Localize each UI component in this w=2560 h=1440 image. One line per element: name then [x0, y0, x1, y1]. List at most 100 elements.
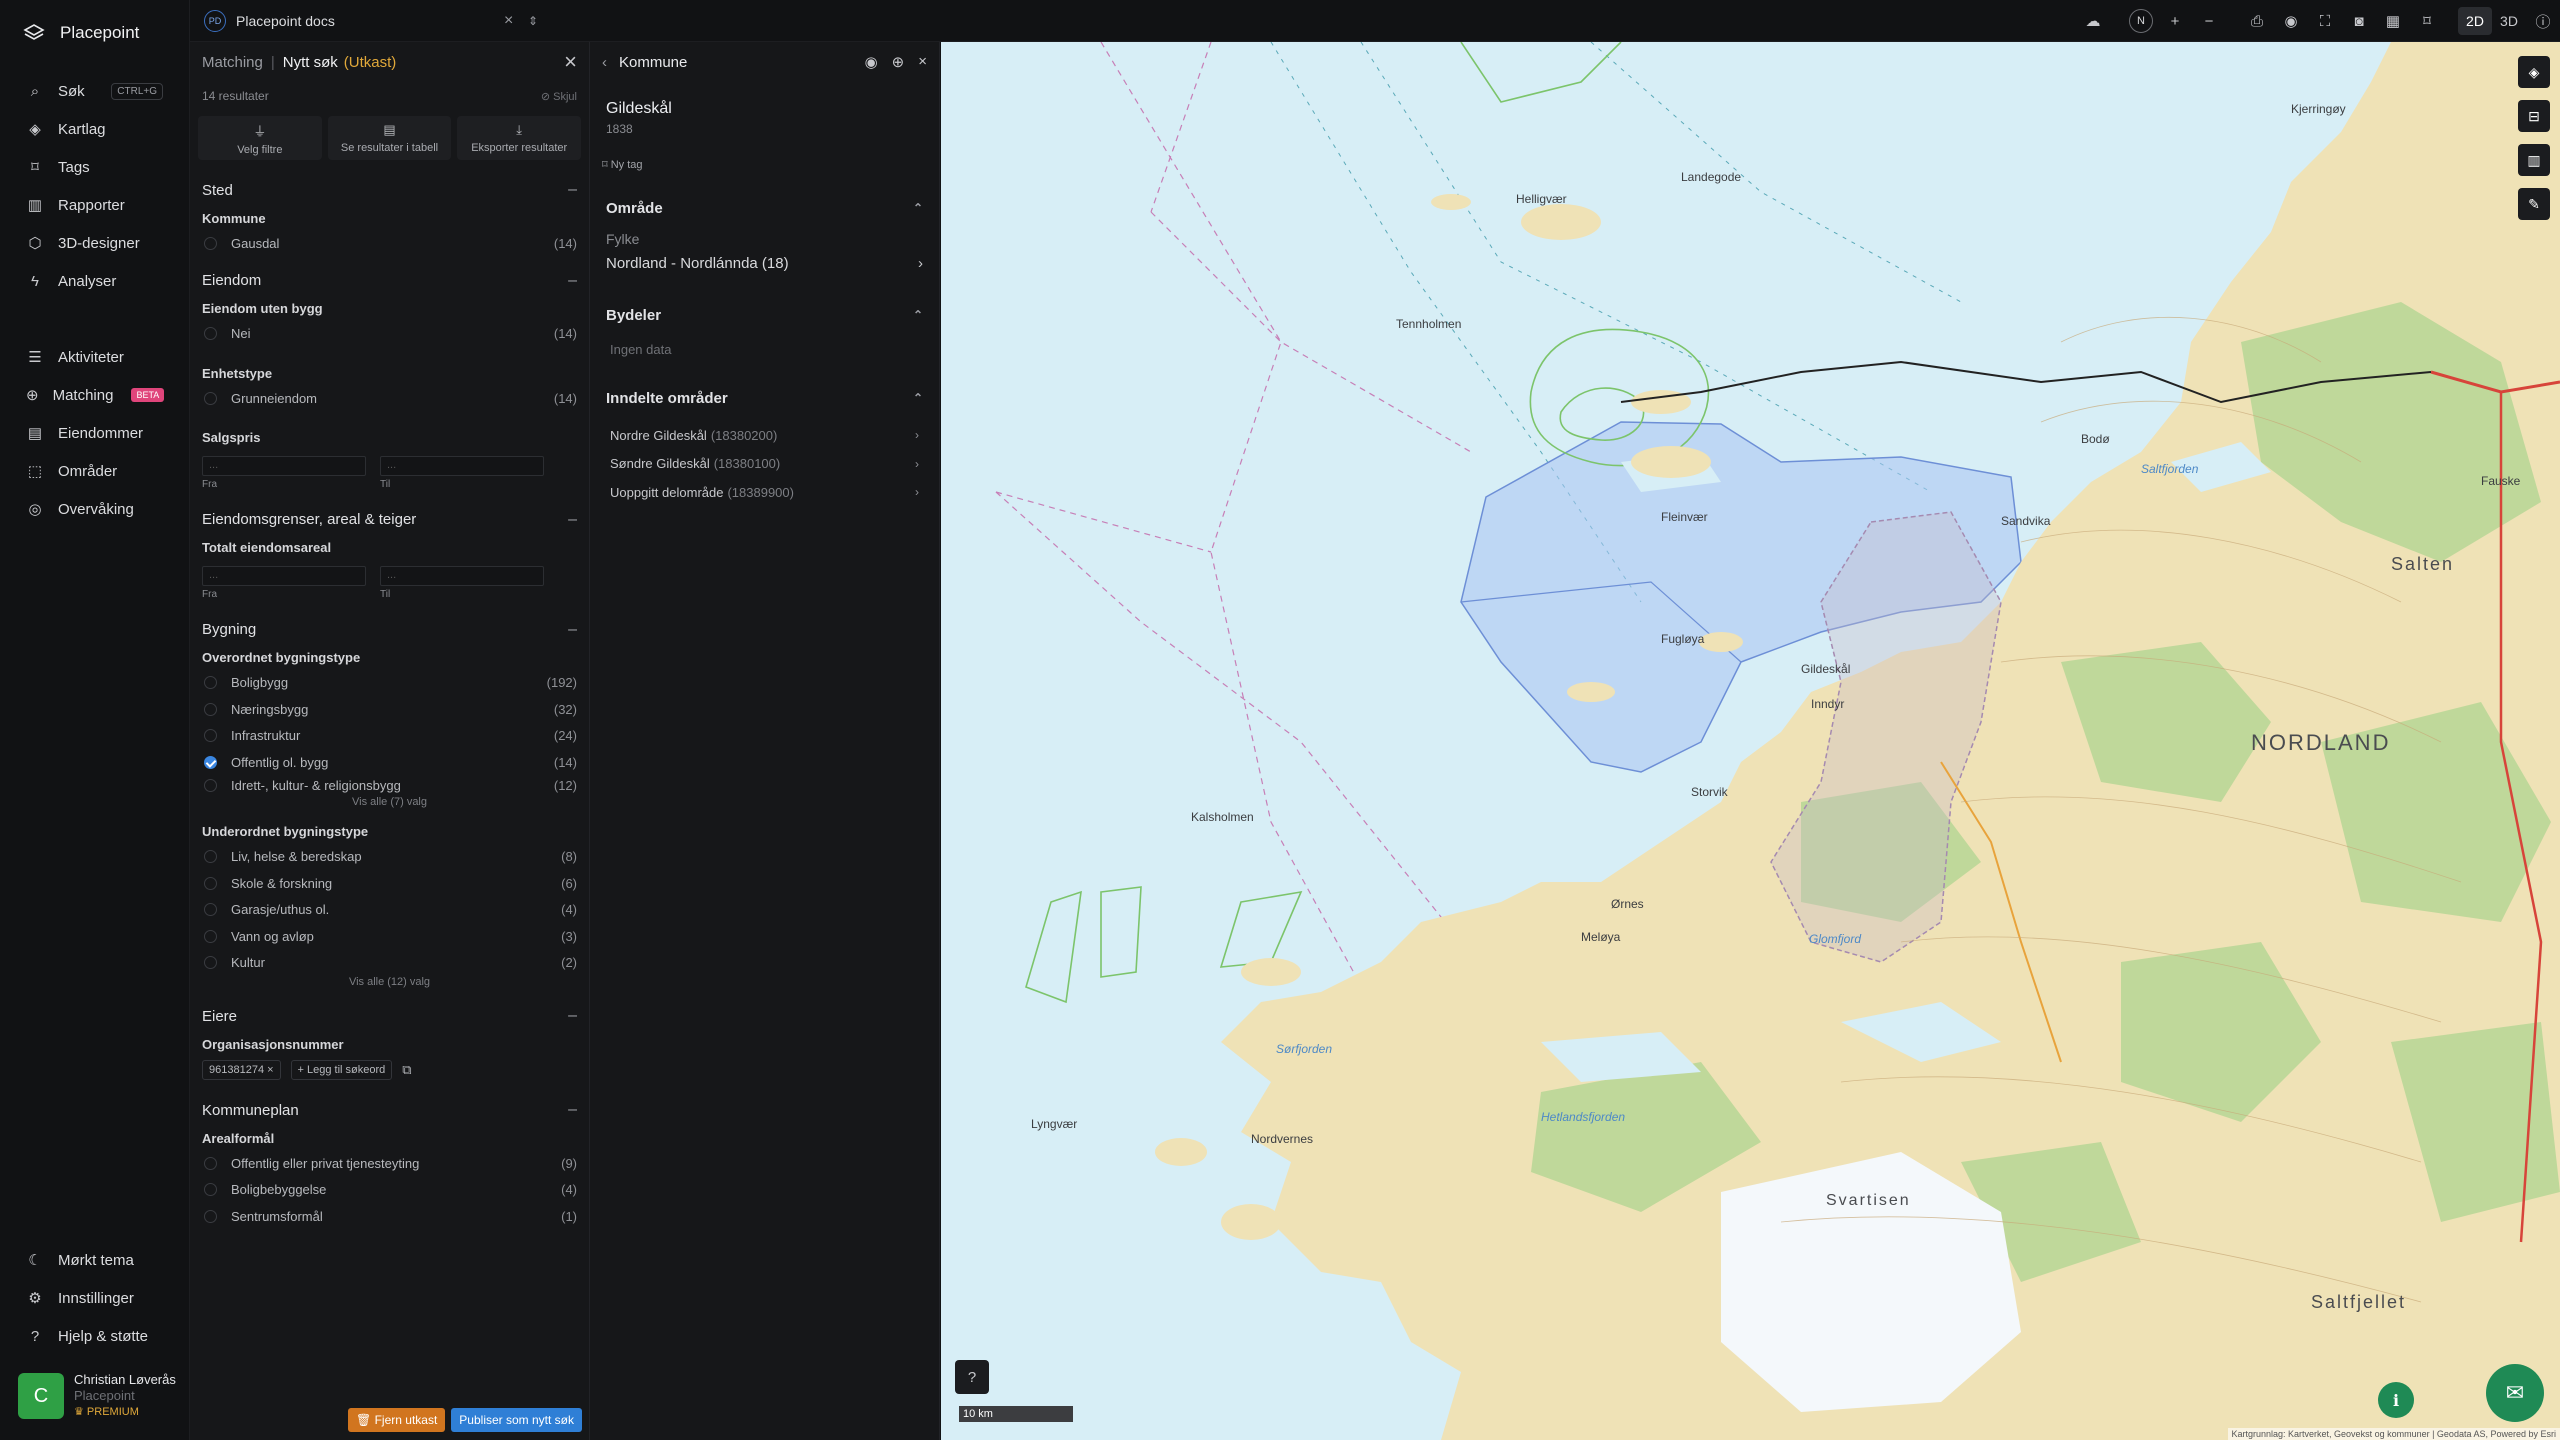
show-all-link[interactable]: Vis alle (7) valg	[202, 796, 577, 812]
collapse-icon[interactable]: –	[568, 181, 577, 199]
checkbox[interactable]	[204, 929, 217, 943]
mode-3d-button[interactable]: 3D	[2492, 7, 2526, 35]
filter-option[interactable]: Nei (14)	[202, 321, 577, 348]
view-table-button[interactable]: ▤ Se resultater i tabell	[327, 116, 452, 160]
sidebar-item-sok[interactable]: ⌕ Søk CTRL+G	[0, 72, 189, 110]
new-tag-button[interactable]: ⌑ Ny tag	[590, 136, 939, 171]
target-icon[interactable]: ⊕	[892, 53, 905, 71]
filter-option[interactable]: Offentlig eller privat tjenesteyting (9)	[202, 1150, 577, 1177]
filter-option[interactable]: Grunneiendom (14)	[202, 385, 577, 412]
help-icon[interactable]: ?	[955, 1360, 989, 1394]
user-profile[interactable]: C Christian Løverås Placepoint ♛ PREMIUM	[18, 1372, 176, 1420]
checkbox[interactable]	[204, 956, 217, 970]
checkbox[interactable]	[204, 850, 217, 864]
sidebar-item-settings[interactable]: ⚙ Innstillinger	[0, 1279, 190, 1317]
filter-option[interactable]: Infrastruktur (24)	[202, 723, 577, 750]
checkbox[interactable]	[204, 1183, 217, 1197]
filter-option[interactable]: Næringsbygg (32)	[202, 696, 577, 723]
sidebar-item-3d-designer[interactable]: ⬡ 3D-designer	[0, 224, 189, 262]
sidebar-item-dark-theme[interactable]: ☾ Mørkt tema	[0, 1241, 190, 1279]
filter-option[interactable]: Boligbebyggelse (4)	[202, 1177, 577, 1204]
section-header-inndelte[interactable]: Inndelte områder ⌃	[590, 381, 939, 415]
info-icon[interactable]: ⓘ	[2526, 0, 2560, 42]
copy-icon[interactable]: ⧉	[402, 1062, 411, 1078]
checkbox[interactable]	[204, 676, 217, 690]
checkbox[interactable]	[204, 1156, 217, 1170]
chevron-up-icon[interactable]: ⌃	[913, 308, 923, 322]
grid-icon[interactable]: ▦	[2376, 0, 2410, 42]
zoom-out-icon[interactable]: −	[2192, 0, 2226, 42]
hide-toggle[interactable]: ⊘ Skjul	[541, 90, 577, 103]
bookmark-icon[interactable]: ⌑	[2410, 0, 2444, 42]
price-to-input[interactable]: ...	[380, 455, 544, 476]
filter-option[interactable]: Gausdal (14)	[202, 230, 577, 257]
measure-icon[interactable]: ⊟	[2518, 100, 2550, 132]
delete-draft-button[interactable]: 🗑 Fjern utkast	[348, 1408, 446, 1432]
draw-icon[interactable]: ✎	[2518, 188, 2550, 220]
sidebar-item-kartlag[interactable]: ◈ Kartlag	[0, 110, 189, 148]
map-canvas[interactable]: NORDLAND Salten Bodø Tennholmen Kalsholm…	[941, 42, 2560, 1440]
filter-option[interactable]: Idrett-, kultur- & religionsbygg (12)	[202, 776, 577, 796]
select-filters-button[interactable]: ⏚ Velg filtre	[198, 116, 322, 160]
export-results-button[interactable]: ⤓ Eksporter resultater	[457, 116, 582, 160]
filter-option[interactable]: Garasje/uthus ol. (4)	[202, 897, 577, 924]
section-header-omrade[interactable]: Område ⌃	[590, 191, 939, 225]
chevron-up-icon[interactable]: ⌃	[913, 201, 923, 215]
camera-icon[interactable]: ◙	[2342, 0, 2376, 42]
area-to-input[interactable]: ...	[380, 565, 544, 586]
filter-option[interactable]: Liv, helse & beredskap (8)	[202, 844, 577, 871]
info-icon[interactable]: i	[2378, 1382, 2414, 1418]
brand[interactable]: Placepoint	[0, 0, 189, 66]
zoom-in-icon[interactable]: +	[2158, 0, 2192, 42]
checkbox[interactable]	[204, 327, 217, 341]
area-from-input[interactable]: ...	[202, 565, 366, 586]
sidebar-item-help[interactable]: ? Hjelp & støtte	[0, 1317, 190, 1355]
checkbox[interactable]	[204, 1209, 217, 1223]
keyword-chip[interactable]: 961381274 ×	[202, 1060, 281, 1080]
filter-option[interactable]: Offentlig ol. bygg (14)	[202, 749, 577, 776]
filter-option[interactable]: Kultur (2)	[202, 950, 577, 977]
filter-option[interactable]: Vann og avløp (3)	[202, 923, 577, 950]
breadcrumb-matching[interactable]: Matching	[202, 54, 263, 71]
close-icon[interactable]: ×	[918, 53, 927, 71]
sidebar-item-tags[interactable]: ⌑ Tags	[0, 148, 189, 186]
chat-icon[interactable]: ✉	[2486, 1364, 2544, 1422]
sidebar-item-aktiviteter[interactable]: ☰ Aktiviteter	[0, 338, 189, 376]
sidebar-item-omrader[interactable]: ⬚ Områder	[0, 452, 189, 490]
north-compass-button[interactable]: N	[2129, 9, 2153, 33]
checkbox-checked[interactable]	[204, 755, 217, 769]
section-header[interactable]: Kommuneplan –	[202, 1094, 577, 1126]
clear-project-icon[interactable]: ×	[504, 12, 513, 30]
checkbox[interactable]	[204, 391, 217, 405]
chevron-updown-icon[interactable]: ⇕	[528, 14, 538, 28]
mode-2d-button[interactable]: 2D	[2458, 7, 2492, 35]
sidebar-item-rapporter[interactable]: ▥ Rapporter	[0, 186, 189, 224]
filter-option[interactable]: Sentrumsformål (1)	[202, 1203, 577, 1230]
section-header[interactable]: Sted –	[202, 174, 577, 206]
fylke-row[interactable]: Nordland - Nordlánnda (18) ›	[590, 247, 939, 272]
list-item[interactable]: Nordre Gildeskål (18380200) ›	[590, 421, 939, 450]
sidebar-item-eiendommer[interactable]: ▤ Eiendommer	[0, 414, 189, 452]
list-item[interactable]: Søndre Gildeskål (18380100) ›	[590, 450, 939, 479]
show-all-link[interactable]: Vis alle (12) valg	[202, 976, 577, 992]
price-from-input[interactable]: ...	[202, 455, 366, 476]
remove-chip-icon[interactable]: ×	[264, 1064, 273, 1076]
project-selector[interactable]: PD Placepoint docs × ⇕	[204, 8, 724, 34]
fullscreen-icon[interactable]: ⛶	[2308, 0, 2342, 42]
section-header[interactable]: Eiere –	[202, 1000, 577, 1032]
filter-option[interactable]: Skole & forskning (6)	[202, 870, 577, 897]
collapse-icon[interactable]: –	[568, 272, 577, 290]
chevron-up-icon[interactable]: ⌃	[913, 391, 923, 405]
eye-icon[interactable]: ◉	[865, 53, 878, 71]
collapse-icon[interactable]: –	[568, 1101, 577, 1119]
checkbox[interactable]	[204, 903, 217, 917]
collapse-icon[interactable]: –	[568, 621, 577, 639]
section-header[interactable]: Eiendom –	[202, 265, 577, 297]
sidebar-item-overvaking[interactable]: ◎ Overvåking	[0, 490, 189, 528]
print-icon[interactable]: ⎙	[2240, 0, 2274, 42]
filter-option[interactable]: Boligbygg (192)	[202, 670, 577, 697]
list-item[interactable]: Uoppgitt delområde (18389900) ›	[590, 478, 939, 507]
eye-icon[interactable]: ◉	[2274, 0, 2308, 42]
checkbox[interactable]	[204, 779, 217, 792]
section-header[interactable]: Eiendomsgrenser, areal & teiger –	[202, 504, 577, 536]
